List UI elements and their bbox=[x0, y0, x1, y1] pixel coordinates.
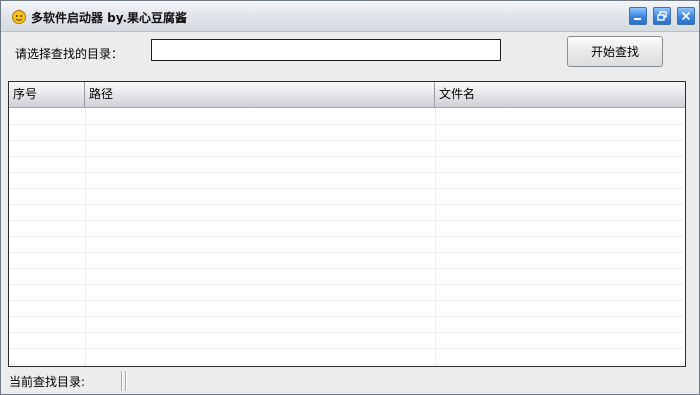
minimize-button[interactable] bbox=[629, 7, 647, 25]
table-row bbox=[9, 332, 685, 349]
table-row bbox=[9, 188, 685, 205]
status-bar: 当前查找目录: bbox=[1, 369, 699, 394]
table-row bbox=[9, 124, 685, 141]
table-row bbox=[9, 220, 685, 237]
table-row bbox=[9, 140, 685, 157]
table-row bbox=[9, 236, 685, 253]
restore-icon bbox=[657, 11, 667, 21]
table-row bbox=[9, 108, 685, 125]
app-smiley-icon bbox=[11, 8, 27, 24]
table-body[interactable] bbox=[9, 108, 685, 366]
column-header-filename[interactable]: 文件名 bbox=[435, 82, 685, 107]
table-row bbox=[9, 156, 685, 173]
table-row bbox=[9, 300, 685, 317]
minimize-icon bbox=[633, 11, 643, 21]
directory-input[interactable] bbox=[151, 39, 501, 61]
restore-button[interactable] bbox=[653, 7, 671, 25]
table-row bbox=[9, 284, 685, 301]
close-button[interactable] bbox=[677, 7, 695, 25]
column-header-index[interactable]: 序号 bbox=[9, 82, 85, 107]
table-row bbox=[9, 204, 685, 221]
status-divider bbox=[121, 371, 122, 391]
column-header-path[interactable]: 路径 bbox=[85, 82, 435, 107]
window-title: 多软件启动器 by.果心豆腐酱 bbox=[31, 11, 188, 25]
directory-label: 请选择查找的目录： bbox=[15, 47, 124, 61]
table-row bbox=[9, 316, 685, 333]
results-table[interactable]: 序号 路径 文件名 bbox=[8, 81, 686, 367]
table-row bbox=[9, 172, 685, 189]
table-header: 序号 路径 文件名 bbox=[9, 82, 685, 108]
close-icon bbox=[681, 11, 691, 21]
title-bar[interactable]: 多软件启动器 by.果心豆腐酱 bbox=[1, 1, 699, 32]
start-search-button[interactable]: 开始查找 bbox=[567, 36, 663, 67]
status-label: 当前查找目录: bbox=[9, 375, 86, 389]
status-divider bbox=[125, 371, 126, 391]
table-row bbox=[9, 252, 685, 269]
table-row bbox=[9, 348, 685, 365]
table-row bbox=[9, 268, 685, 285]
app-window: 多软件启动器 by.果心豆腐酱 请选择查找的目录： 开始查找 序号 路径 文件名… bbox=[0, 0, 700, 395]
